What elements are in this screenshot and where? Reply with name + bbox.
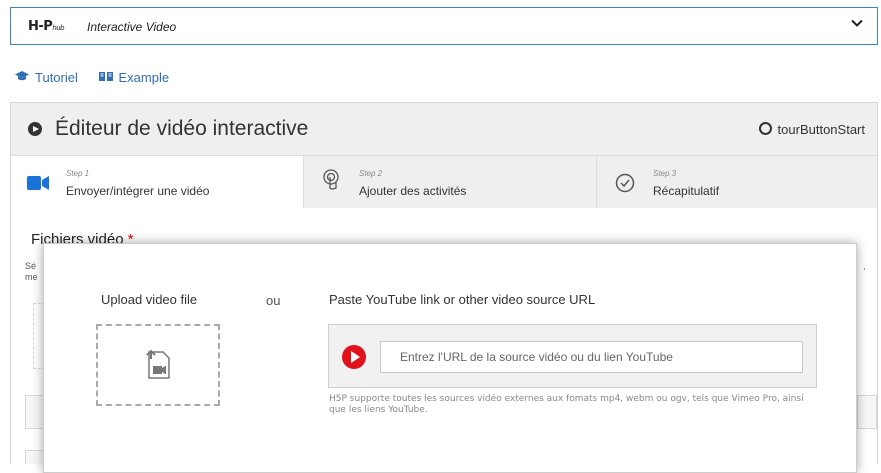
book-icon <box>98 71 113 81</box>
example-link-label: Example <box>118 69 170 85</box>
play-circle-icon <box>28 122 42 136</box>
tab-step-1[interactable]: Step 1 Envoyer/intégrer une vidéo <box>11 156 304 208</box>
example-link[interactable]: Example <box>98 69 170 85</box>
upload-title: Upload video file <box>101 292 198 307</box>
url-help-text: H5P supporte toutes les sources vidéo ex… <box>329 394 804 415</box>
video-url-input[interactable] <box>380 341 803 373</box>
upload-video-file-icon <box>146 349 170 379</box>
tour-compass-icon <box>758 122 772 135</box>
hub-logo-sub: hub <box>52 24 65 32</box>
section-description-fragment-2: me <box>25 272 38 282</box>
step-1-number: Step 1 <box>66 169 90 178</box>
hub-content-type-selector[interactable]: H-Phub Interactive Video <box>10 7 878 45</box>
h5p-hub-logo: H-Phub <box>28 19 65 34</box>
step-1-label: Envoyer/intégrer une vidéo <box>66 184 210 198</box>
hub-logo-main: H-P <box>28 19 53 34</box>
step-3-label: Récapitulatif <box>653 184 720 198</box>
chevron-down-icon[interactable] <box>851 16 863 32</box>
tab-step-2[interactable]: Step 2 Ajouter des activités <box>304 156 597 208</box>
tour-button-label: tourButtonStart <box>777 122 865 137</box>
youtube-play-icon <box>342 345 366 369</box>
section-description-fragment-1: Sé <box>25 261 37 271</box>
step-2-number: Step 2 <box>359 169 383 178</box>
tab-step-3[interactable]: Step 3 Récapitulatif <box>597 156 877 208</box>
help-links: Tutoriel Example <box>14 68 185 85</box>
upload-video-dropzone[interactable] <box>96 324 220 406</box>
content-type-title: Interactive Video <box>87 20 177 34</box>
step-2-label: Ajouter des activités <box>359 184 467 198</box>
tutorial-link-label: Tutoriel <box>35 69 78 85</box>
check-circle-icon <box>615 173 635 193</box>
tour-start-button[interactable]: tourButtonStart <box>758 122 865 137</box>
step-3-number: Step 3 <box>653 169 677 178</box>
section-description-fragment-right: , <box>863 261 866 271</box>
background-field-right <box>857 395 877 429</box>
video-source-dialog: Upload video file ou Paste YouTube link … <box>43 243 857 473</box>
video-camera-icon <box>27 176 49 190</box>
paste-url-title: Paste YouTube link or other video source… <box>329 292 596 307</box>
touch-icon <box>323 169 339 190</box>
editor-title: Éditeur de vidéo interactive <box>55 117 309 140</box>
chevron-down-icon-svg <box>851 19 863 27</box>
graduation-cap-icon <box>15 70 29 80</box>
step-tabs: Step 1 Envoyer/intégrer une vidéo Step 2… <box>11 156 877 209</box>
editor-header: Éditeur de vidéo interactive tourButtonS… <box>11 103 877 156</box>
tutorial-link[interactable]: Tutoriel <box>14 69 78 85</box>
url-input-panel <box>328 324 817 388</box>
or-separator: ou <box>266 293 281 308</box>
